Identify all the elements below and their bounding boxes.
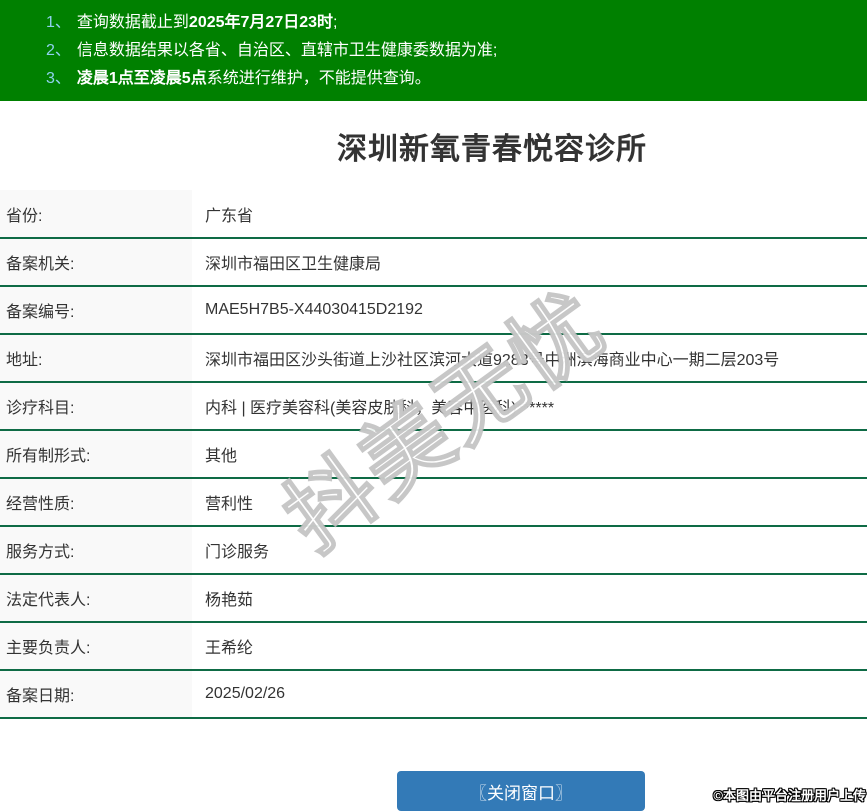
notice-text: 凌晨1点至凌晨5点 (76, 70, 207, 87)
row-value: 王希纶 (192, 622, 867, 671)
notice-number: 2、 (46, 42, 71, 59)
page-title: 深圳新氧青春悦容诊所 (337, 132, 647, 166)
notice-number: 3、 (46, 70, 71, 87)
table-row: 所有制形式: 其他 (0, 430, 867, 479)
table-row: 备案机关: 深圳市福田区卫生健康局 (0, 238, 867, 287)
notice-number: 1、 (46, 14, 71, 31)
table-row: 备案日期: 2025/02/26 (0, 670, 867, 719)
row-value: 营利性 (192, 478, 867, 527)
table-row: 备案编号: MAE5H7B5-X44030415D2192 (0, 286, 867, 335)
notice-text: 系统进行维护，不能提供查询。 (206, 70, 431, 87)
notice-line: 3、 凌晨1点至凌晨5点系统进行维护，不能提供查询。 (46, 65, 857, 93)
notice-list: 1、 查询数据截止到2025年7月27日23时; 2、 信息数据结果以各省、自治区、直… (46, 9, 857, 93)
row-label: 地址: (0, 334, 192, 383)
row-label: 所有制形式: (0, 430, 192, 479)
row-value: 门诊服务 (192, 526, 867, 575)
row-value: MAE5H7B5-X44030415D2192 (192, 286, 867, 335)
row-value: 其他 (192, 430, 867, 479)
row-value: 2025/02/26 (192, 670, 867, 719)
uploader-credit-watermark: ©本图由平台注册用户上传 (713, 788, 866, 803)
table-row: 诊疗科目: 内科 | 医疗美容科(美容皮肤科，美容中医科)****** (0, 382, 867, 431)
row-value: 内科 | 医疗美容科(美容皮肤科，美容中医科)****** (192, 382, 867, 431)
table-row: 主要负责人: 王希纶 (0, 622, 867, 671)
table-row: 省份: 广东省 (0, 190, 867, 239)
info-table-body: 省份: 广东省 备案机关: 深圳市福田区卫生健康局 备案编号: MAE5H7B5-X440… (0, 190, 867, 719)
notice-text: 信息数据结果以各省、自治区、直辖市卫生健康委数据为准; (76, 42, 498, 59)
notice-line: 2、 信息数据结果以各省、自治区、直辖市卫生健康委数据为准; (46, 37, 857, 65)
row-value: 深圳市福田区卫生健康局 (192, 238, 867, 287)
row-label: 备案机关: (0, 238, 192, 287)
close-window-button[interactable]: 〖关闭窗口〗 (397, 771, 645, 811)
row-label: 备案编号: (0, 286, 192, 335)
info-table: 省份: 广东省 备案机关: 深圳市福田区卫生健康局 备案编号: MAE5H7B5-X440… (0, 190, 867, 719)
table-row: 法定代表人: 杨艳茹 (0, 574, 867, 623)
table-row: 经营性质: 营利性 (0, 478, 867, 527)
row-label: 主要负责人: (0, 622, 192, 671)
row-value: 深圳市福田区沙头街道上沙社区滨河大道9283号中洲滨海商业中心一期二层203号 (192, 334, 867, 383)
notice-text: 2025年7月27日23时 (188, 14, 334, 31)
row-label: 诊疗科目: (0, 382, 192, 431)
notice-text: 查询数据截止到 (76, 14, 189, 31)
row-value: 杨艳茹 (192, 574, 867, 623)
notice-text: ; (333, 14, 338, 31)
table-row: 地址: 深圳市福田区沙头街道上沙社区滨河大道9283号中洲滨海商业中心一期二层20… (0, 334, 867, 383)
table-row: 服务方式: 门诊服务 (0, 526, 867, 575)
row-label: 法定代表人: (0, 574, 192, 623)
row-value: 广东省 (192, 190, 867, 239)
title-section: 深圳新氧青春悦容诊所 (0, 101, 867, 190)
notice-banner: 1、 查询数据截止到2025年7月27日23时; 2、 信息数据结果以各省、自治区、直… (0, 0, 867, 101)
row-label: 服务方式: (0, 526, 192, 575)
notice-line: 1、 查询数据截止到2025年7月27日23时; (46, 9, 857, 37)
row-label: 省份: (0, 190, 192, 239)
row-label: 备案日期: (0, 670, 192, 719)
row-label: 经营性质: (0, 478, 192, 527)
